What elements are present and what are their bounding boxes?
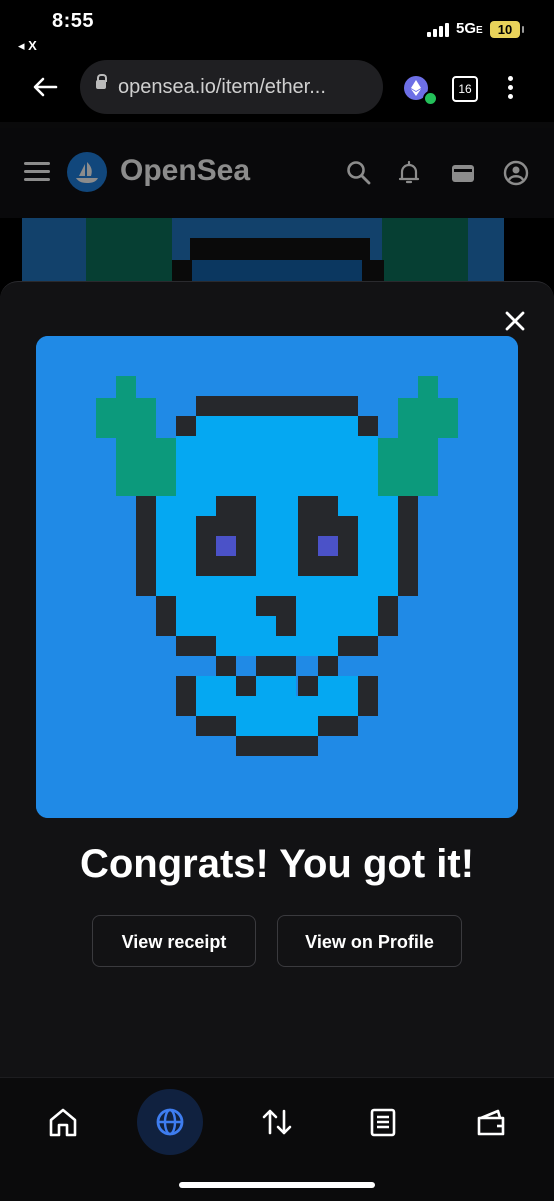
back-arrow-icon[interactable]	[30, 72, 60, 102]
pixel-skull-artwork	[36, 336, 518, 818]
more-menu-icon[interactable]	[505, 74, 515, 102]
home-icon[interactable]	[43, 1102, 83, 1142]
connected-status-dot	[423, 91, 438, 106]
tab-switcher-button[interactable]: 16	[452, 76, 478, 102]
globe-icon[interactable]	[150, 1102, 190, 1142]
battery-icon: 10	[490, 21, 524, 38]
view-on-profile-button[interactable]: View on Profile	[277, 915, 462, 967]
status-bar: 8:55 ◂ X 5GE 10	[0, 0, 554, 56]
background-nft-image	[22, 218, 504, 282]
signal-icon	[427, 21, 451, 37]
purchase-success-modal: Congrats! You got it! View receipt View …	[0, 281, 554, 1078]
browser-toolbar: opensea.io/item/ether... 16	[0, 56, 554, 122]
success-title: Congrats! You got it!	[79, 842, 475, 886]
back-to-app-link[interactable]: ◂ X	[18, 38, 37, 54]
network-indicator: 5GE	[456, 20, 483, 37]
wallet-nav-icon[interactable]	[471, 1102, 511, 1142]
swap-icon[interactable]	[257, 1102, 297, 1142]
notification-bell-icon[interactable]	[396, 160, 422, 186]
view-receipt-button[interactable]: View receipt	[92, 915, 256, 967]
brand-name[interactable]: OpenSea	[120, 154, 250, 188]
site-header: OpenSea	[0, 122, 554, 218]
opensea-logo[interactable]	[67, 152, 107, 192]
wallet-icon[interactable]	[450, 160, 476, 186]
close-icon[interactable]	[500, 306, 530, 336]
url-bar[interactable]: opensea.io/item/ether...	[80, 60, 383, 114]
profile-icon[interactable]	[503, 160, 529, 186]
status-time: 8:55	[52, 10, 95, 32]
nft-image	[36, 336, 518, 818]
hamburger-menu-icon[interactable]	[24, 162, 50, 182]
search-icon[interactable]	[346, 160, 372, 186]
home-indicator[interactable]	[179, 1182, 375, 1188]
list-icon[interactable]	[363, 1102, 403, 1142]
url-text: opensea.io/item/ether...	[118, 76, 326, 98]
lock-icon	[96, 74, 107, 89]
